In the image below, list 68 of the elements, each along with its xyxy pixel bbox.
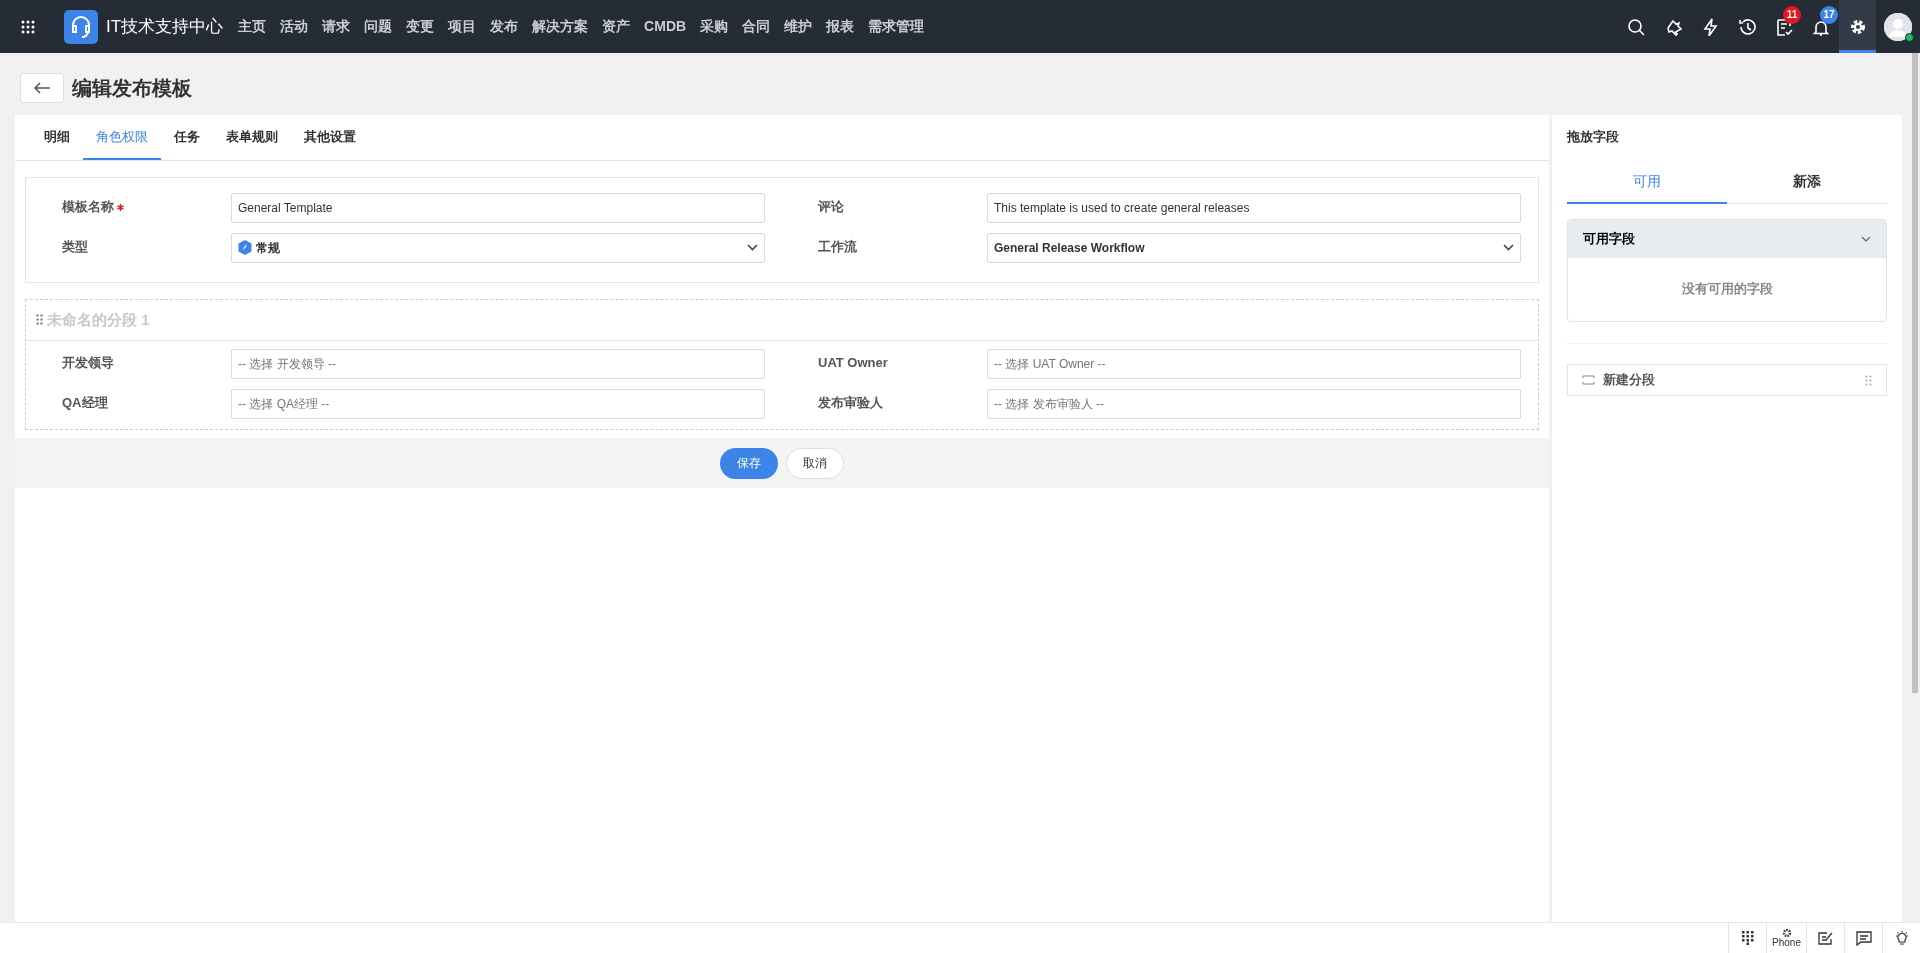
user-picker-field[interactable]: -- 选择 开发领导 -- xyxy=(231,349,765,379)
nav-link[interactable]: 解决方案 xyxy=(525,16,596,37)
empty-message: 没有可用的字段 xyxy=(1680,279,1774,298)
nav-link[interactable]: 资产 xyxy=(595,16,638,37)
field-label: UAT Owner xyxy=(817,354,889,372)
page-title: 编辑发布模板 xyxy=(72,76,192,100)
new-section-item[interactable]: 新建分段 xyxy=(1567,364,1887,396)
drag-handle-icon[interactable] xyxy=(36,314,43,326)
arrow-left-icon xyxy=(33,82,51,94)
type-dropdown[interactable]: 常规 xyxy=(231,232,765,263)
section-icon xyxy=(1582,375,1595,385)
avatar-icon[interactable] xyxy=(1884,12,1912,41)
field-label: 开发领导 xyxy=(61,354,115,372)
nav-link[interactable]: 合同 xyxy=(735,16,778,37)
count-badge: 11 xyxy=(1783,6,1801,24)
chevron-down-icon xyxy=(1503,244,1514,251)
search-icon xyxy=(1626,17,1645,36)
text-input-field[interactable]: This template is used to create general releases xyxy=(987,192,1521,223)
header-button[interactable]: 11 xyxy=(1765,0,1802,53)
headset-logo-icon xyxy=(64,9,98,44)
user-picker-field[interactable]: -- 选择 发布审验人 -- xyxy=(987,389,1521,419)
tab[interactable]: 任务 xyxy=(161,115,213,160)
text-input-field[interactable]: General Template xyxy=(231,192,765,223)
field-label: QA经理 xyxy=(61,394,109,412)
nav-link[interactable]: 维护 xyxy=(777,16,820,37)
tab[interactable]: 新添 xyxy=(1727,158,1887,204)
new-section-label: 新建分段 xyxy=(1603,371,1655,390)
group-header[interactable]: 可用字段 xyxy=(1568,219,1886,258)
tab[interactable]: 表单规则 xyxy=(213,115,291,160)
field-label: 评论 xyxy=(817,197,845,216)
settings-icon xyxy=(1848,17,1867,36)
nav-link[interactable]: 问题 xyxy=(357,16,400,37)
panel-title: 拖放字段 xyxy=(1567,128,1620,146)
drag-handle-icon[interactable] xyxy=(1865,374,1872,386)
nav-link[interactable]: 请求 xyxy=(315,16,358,37)
save-button[interactable]: 保存 xyxy=(720,447,778,479)
header-button[interactable]: 17 xyxy=(1802,0,1839,53)
field-label: 发布审验人 xyxy=(817,394,884,412)
app-title: IT技术支持中心 xyxy=(106,15,224,38)
tab[interactable]: 其他设置 xyxy=(291,115,369,160)
user-picker-field[interactable]: -- 选择 QA经理 -- xyxy=(231,389,765,419)
tab[interactable]: 角色权限 xyxy=(83,115,161,160)
tab[interactable]: 明细 xyxy=(31,115,83,160)
chevron-down-icon xyxy=(747,244,758,251)
field-label: 类型 xyxy=(61,237,89,256)
phone-button[interactable]: Phone xyxy=(1766,923,1806,953)
header-button[interactable] xyxy=(1839,0,1876,53)
nav-link[interactable]: 活动 xyxy=(273,16,316,37)
shield-rocket-icon xyxy=(238,240,252,255)
field-label: 模板名称 xyxy=(62,198,114,214)
tab[interactable]: 可用 xyxy=(1567,158,1727,204)
back-button[interactable] xyxy=(20,73,64,103)
cancel-button[interactable]: 取消 xyxy=(786,447,844,479)
nav-link[interactable]: 主页 xyxy=(231,16,274,37)
history-icon xyxy=(1737,17,1756,36)
field-label: 工作流 xyxy=(817,237,858,256)
nav-link[interactable]: 变更 xyxy=(399,16,442,37)
user-picker-field[interactable]: -- 选择 UAT Owner -- xyxy=(987,349,1521,379)
workflow-dropdown[interactable]: General Release Workflow xyxy=(987,232,1521,263)
task-list-icon xyxy=(1774,17,1793,36)
nav-link[interactable]: 需求管理 xyxy=(861,16,932,37)
gear-icon xyxy=(1781,928,1792,938)
nav-link[interactable]: 报表 xyxy=(819,16,862,37)
nav-link[interactable]: 采购 xyxy=(693,16,736,37)
nav-link[interactable]: 项目 xyxy=(441,16,484,37)
count-badge: 17 xyxy=(1820,6,1838,24)
nav-link[interactable]: CMDB xyxy=(637,16,694,37)
nav-link[interactable]: 发布 xyxy=(483,16,526,37)
